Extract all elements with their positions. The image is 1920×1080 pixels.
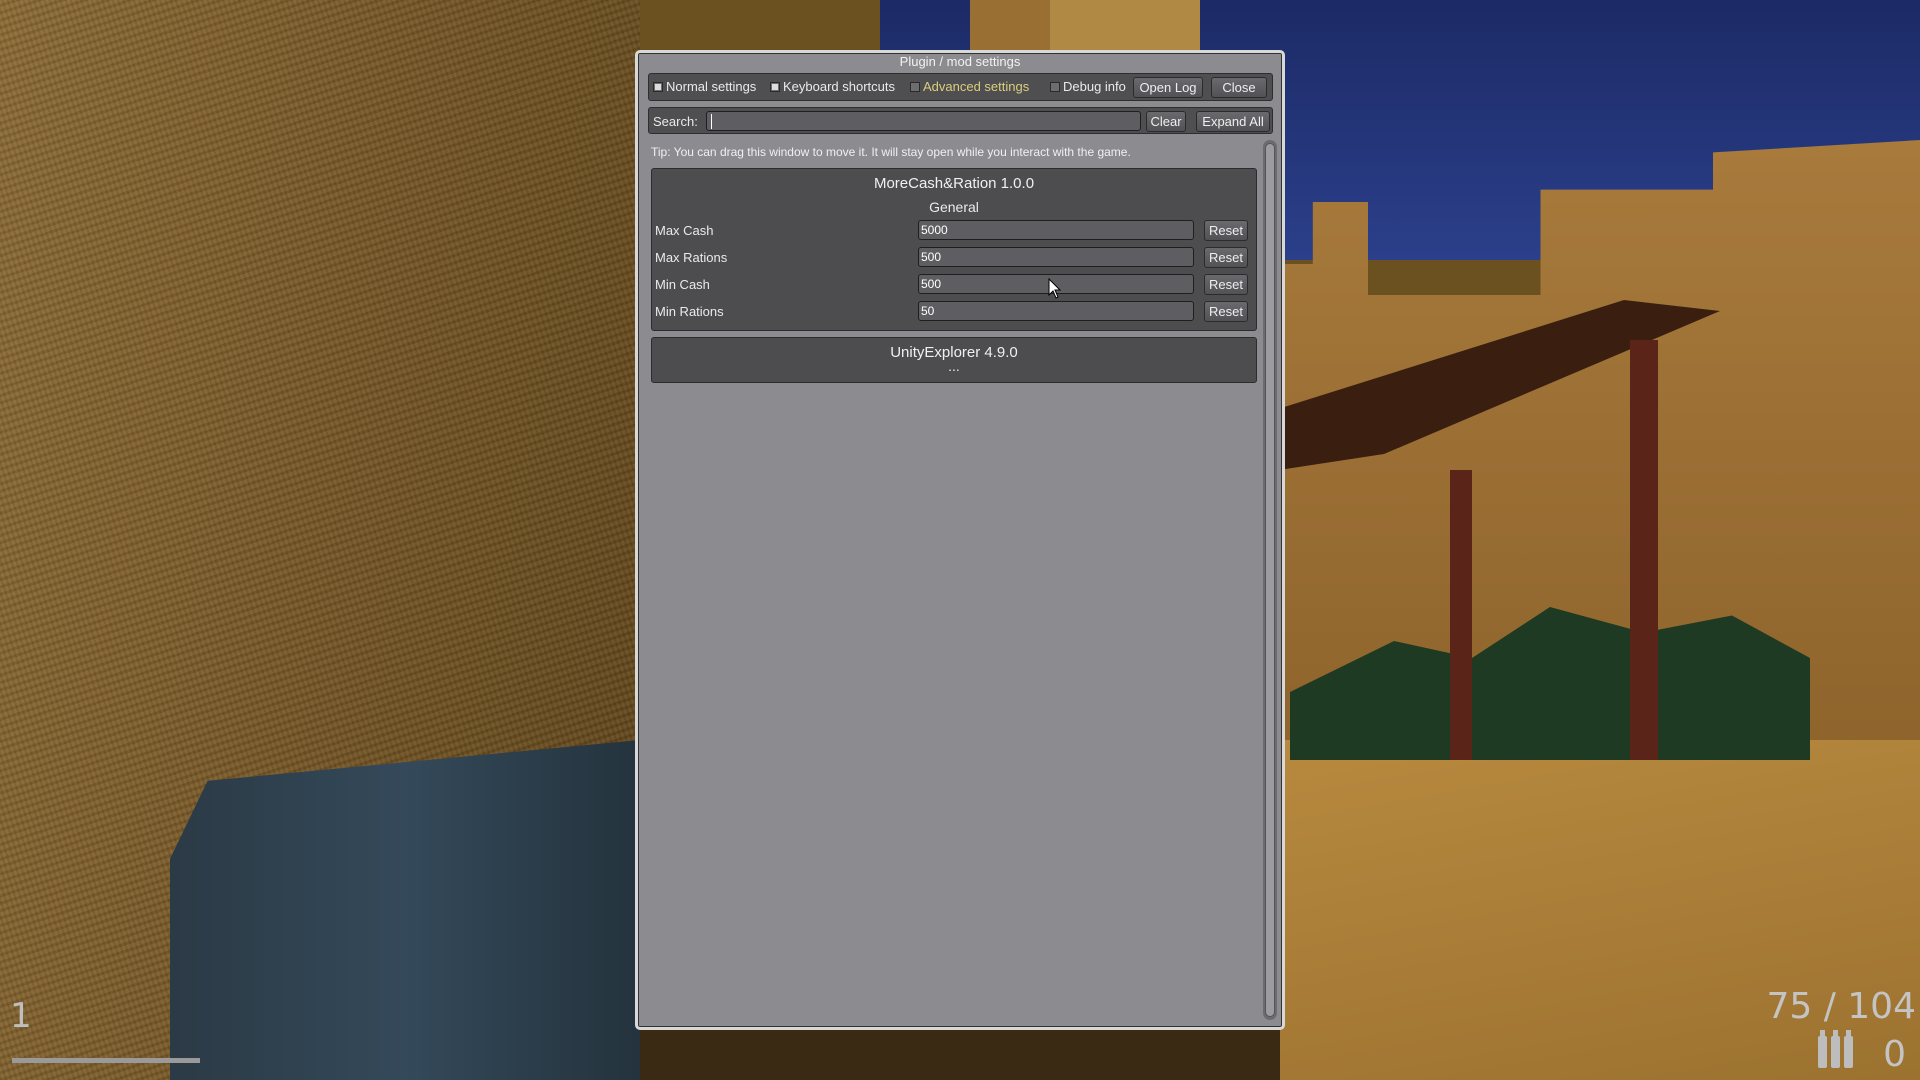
- plugin-panel-morecash: MoreCash&Ration 1.0.0 General Max Cash R…: [651, 168, 1257, 331]
- keyboard-shortcuts-toggle[interactable]: Keyboard shortcuts: [770, 79, 895, 94]
- setting-label: Min Cash: [655, 277, 710, 292]
- advanced-settings-toggle[interactable]: Advanced settings: [910, 79, 1029, 94]
- window-title[interactable]: Plugin / mod settings: [638, 54, 1282, 69]
- checkbox-icon: [653, 81, 663, 92]
- scrollbar-thumb[interactable]: [1265, 143, 1275, 1017]
- awning-post: [1630, 340, 1658, 760]
- reset-button[interactable]: Reset: [1204, 220, 1248, 241]
- checkbox-icon: [910, 81, 920, 92]
- search-label: Search:: [653, 114, 698, 129]
- search-bar: Search: Clear Expand All: [648, 107, 1273, 134]
- expand-all-button[interactable]: Expand All: [1196, 111, 1270, 132]
- advanced-settings-label: Advanced settings: [923, 79, 1030, 94]
- debug-info-toggle[interactable]: Debug info: [1050, 79, 1126, 94]
- normal-settings-toggle[interactable]: Normal settings: [653, 79, 756, 94]
- search-input[interactable]: [706, 111, 1141, 131]
- clear-search-button[interactable]: Clear: [1146, 111, 1186, 132]
- barrel: [170, 740, 640, 1080]
- mouse-cursor-icon: [1048, 278, 1062, 299]
- section-title: General: [929, 199, 979, 215]
- hud-ammo-count: 75 / 104: [1766, 986, 1916, 1027]
- awning-post: [1450, 470, 1472, 760]
- max-rations-field[interactable]: [918, 247, 1194, 267]
- hud-weapon-slot: 1: [10, 996, 32, 1036]
- normal-settings-label: Normal settings: [666, 79, 757, 94]
- setting-label: Min Rations: [655, 304, 724, 319]
- mod-settings-window[interactable]: Plugin / mod settings Normal settings Ke…: [635, 50, 1285, 1030]
- setting-row-min-cash: Min Cash Reset: [652, 271, 1256, 298]
- plugin-panel-unityexplorer[interactable]: UnityExplorer 4.9.0 ...: [651, 337, 1257, 383]
- min-rations-field[interactable]: [918, 301, 1194, 321]
- reset-button[interactable]: Reset: [1204, 274, 1248, 295]
- checkbox-icon: [1050, 81, 1060, 92]
- setting-row-max-cash: Max Cash Reset: [652, 217, 1256, 244]
- reset-button[interactable]: Reset: [1204, 301, 1248, 322]
- close-button[interactable]: Close: [1211, 77, 1267, 98]
- setting-label: Max Rations: [655, 250, 728, 265]
- settings-toolbar: Normal settings Keyboard shortcuts Advan…: [648, 73, 1273, 101]
- setting-row-min-rations: Min Rations Reset: [652, 298, 1256, 325]
- hud-stamina-bar: [12, 1058, 200, 1063]
- reset-button[interactable]: Reset: [1204, 247, 1248, 268]
- plugin-title[interactable]: MoreCash&Ration 1.0.0: [652, 175, 1256, 192]
- setting-label: Max Cash: [655, 223, 714, 238]
- max-cash-field[interactable]: [918, 220, 1194, 240]
- tip-text: Tip: You can drag this window to move it…: [651, 145, 1131, 159]
- checkbox-icon: [770, 81, 780, 92]
- setting-row-max-rations: Max Rations Reset: [652, 244, 1256, 271]
- keyboard-shortcuts-label: Keyboard shortcuts: [783, 79, 896, 94]
- text-caret: [711, 114, 712, 129]
- ammo-magazine-icon: [1818, 1030, 1853, 1068]
- wall-crenel: [1050, 0, 1200, 50]
- debug-info-label: Debug info: [1063, 79, 1126, 94]
- collapsed-indicator: ...: [948, 358, 960, 374]
- hud-reserve-count: 0: [1883, 1034, 1906, 1075]
- open-log-button[interactable]: Open Log: [1133, 77, 1203, 98]
